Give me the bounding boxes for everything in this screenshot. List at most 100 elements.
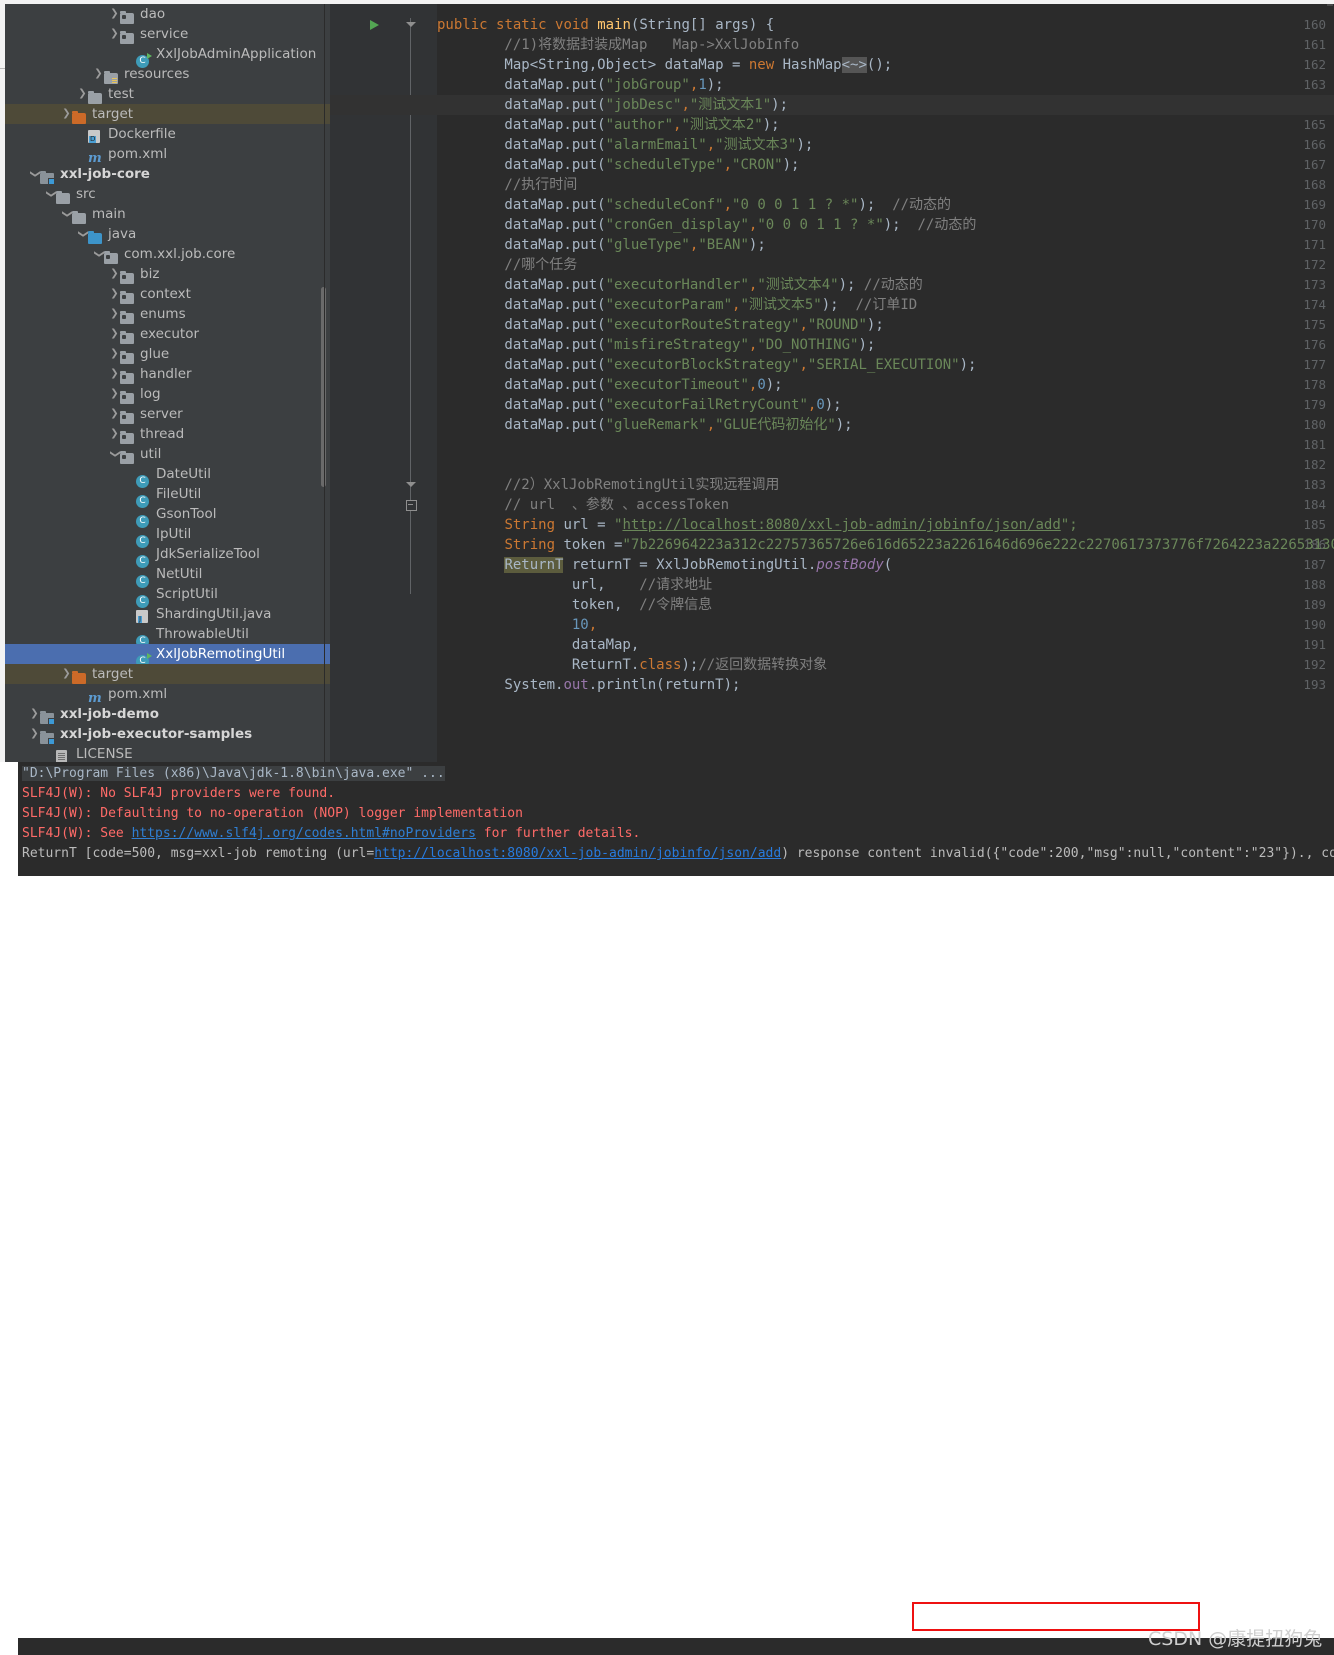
chevron-right-icon[interactable]: ❯	[109, 384, 120, 404]
tree-item-resources[interactable]: ❯ resources	[5, 64, 330, 84]
chevron-right-icon[interactable]: ❯	[109, 424, 120, 444]
code-token: url,	[437, 577, 640, 593]
code-token: "executorRouteStrategy"	[605, 317, 800, 333]
chevron-right-icon[interactable]: ❯	[109, 404, 120, 424]
editor-scrollbar[interactable]	[1327, 4, 1333, 6]
tree-item-label: DateUtil	[156, 466, 211, 482]
fold-toggle-icon[interactable]	[406, 500, 417, 511]
project-tool-window[interactable]: ❯ dao ❯ service C XxlJobAdminApplication ❯ reso…	[5, 4, 330, 762]
chevron-right-icon[interactable]: ❯	[93, 64, 104, 84]
tree-item-executor[interactable]: ❯ executor	[5, 324, 330, 344]
tree-item-test[interactable]: ❯ test	[5, 84, 330, 104]
code-token: void	[555, 17, 598, 33]
tree-item-scriptutil[interactable]: C ScriptUtil	[5, 584, 330, 608]
tree-item-glue[interactable]: ❯ glue	[5, 344, 330, 364]
code-token: dataMap.put(	[437, 277, 606, 293]
code-line-164: dataMap.put("jobDesc","测试文本1");	[437, 95, 788, 115]
code-line-191: dataMap,	[437, 635, 639, 655]
fold-toggle-icon[interactable]	[406, 22, 416, 27]
tree-item-main[interactable]: ❯ main	[5, 204, 330, 224]
tree-item-dockerfile[interactable]: Dockerfile	[5, 124, 330, 144]
tree-item-com-xxl-job-core[interactable]: ❯ com.xxl.job.core	[5, 244, 330, 264]
chevron-right-icon[interactable]: ❯	[109, 24, 120, 44]
code-line-189: token, //令牌信息	[437, 595, 712, 615]
chevron-right-icon[interactable]: ❯	[109, 324, 120, 344]
tree-item-dateutil[interactable]: C DateUtil	[5, 464, 330, 488]
tree-item-xxljobremotingutil[interactable]: C XxlJobRemotingUtil	[5, 644, 330, 668]
tree-item-src[interactable]: ❯ src	[5, 184, 330, 204]
code-line-176: dataMap.put("misfireStrategy","DO_NOTHIN…	[437, 335, 875, 355]
code-token: <~>	[841, 57, 867, 73]
chevron-right-icon[interactable]: ❯	[61, 104, 72, 124]
code-token: ,	[706, 137, 716, 153]
tree-item-label: NetUtil	[156, 566, 203, 582]
code-token: dataMap.put(	[437, 297, 606, 313]
run-gutter-icon[interactable]	[370, 20, 379, 30]
editor-gutter[interactable]	[330, 4, 415, 762]
tree-item-log[interactable]: ❯ log	[5, 384, 330, 404]
editor-fold-strip[interactable]	[415, 4, 437, 762]
chevron-right-icon[interactable]: ❯	[61, 664, 72, 684]
code-token: "DO_NOTHING"	[757, 337, 859, 353]
tree-item-pom-xml[interactable]: m pom.xml	[5, 144, 330, 166]
chevron-right-icon[interactable]: ❯	[109, 264, 120, 284]
tree-item-xxl-job-executor-samples[interactable]: ❯ xxl-job-executor-samples	[5, 724, 330, 745]
tree-item-pom-xml[interactable]: m pom.xml	[5, 684, 330, 706]
code-token: );	[796, 137, 814, 153]
console-link[interactable]: http://localhost:8080/xxl-job-admin/jobi…	[374, 846, 781, 861]
tree-item-xxl-job-core[interactable]: ❯ xxl-job-core	[5, 164, 330, 185]
tree-item-jdkserializetool[interactable]: C JdkSerializeTool	[5, 544, 330, 568]
tree-item-handler[interactable]: ❯ handler	[5, 364, 330, 384]
java-class-icon: C	[136, 588, 151, 608]
code-token: out	[563, 677, 589, 693]
tree-item-iputil[interactable]: C IpUtil	[5, 524, 330, 548]
tree-item-netutil[interactable]: C NetUtil	[5, 564, 330, 588]
ide-main-area: ❯ dao ❯ service C XxlJobAdminApplication ❯ reso…	[0, 0, 1334, 762]
tree-item-xxl-job-demo[interactable]: ❯ xxl-job-demo	[5, 704, 330, 725]
tree-item-java[interactable]: ❯ java	[5, 224, 330, 244]
chevron-right-icon[interactable]: ❯	[29, 724, 40, 744]
chevron-right-icon[interactable]: ❯	[109, 284, 120, 304]
tree-item-label: executor	[140, 326, 200, 342]
tree-item-target[interactable]: ❯ target	[5, 664, 330, 684]
tree-item-fileutil[interactable]: C FileUtil	[5, 484, 330, 508]
tree-item-gsontool[interactable]: C GsonTool	[5, 504, 330, 528]
tree-item-label: target	[92, 106, 134, 122]
code-token: //动态的	[863, 277, 923, 293]
tree-item-license[interactable]: LICENSE	[5, 744, 330, 762]
tree-item-shardingutil-java[interactable]: ShardingUtil.java	[5, 604, 330, 624]
chevron-right-icon[interactable]: ❯	[77, 84, 88, 104]
tree-item-dao[interactable]: ❯ dao	[5, 4, 330, 24]
tree-item-enums[interactable]: ❯ enums	[5, 304, 330, 324]
chevron-right-icon[interactable]: ❯	[109, 344, 120, 364]
console-line-4: ReturnT [code=500, msg=xxl-job remoting …	[22, 844, 1334, 864]
project-tree[interactable]: ❯ dao ❯ service C XxlJobAdminApplication ❯ reso…	[5, 4, 330, 762]
package-folder-icon	[120, 328, 135, 344]
tree-item-biz[interactable]: ❯ biz	[5, 264, 330, 284]
fold-toggle-icon[interactable]	[406, 482, 416, 487]
package-folder-icon	[120, 8, 135, 24]
console-link[interactable]: https://www.slf4j.org/codes.html#noProvi…	[132, 826, 476, 841]
tree-item-xxljobadminapplication[interactable]: C XxlJobAdminApplication	[5, 44, 330, 68]
code-text[interactable]: public static void main(String[] args) {…	[330, 4, 1334, 762]
code-token: dataMap.put(	[437, 97, 606, 113]
tree-item-server[interactable]: ❯ server	[5, 404, 330, 424]
tree-item-service[interactable]: ❯ service	[5, 24, 330, 44]
tree-item-util[interactable]: ❯ util	[5, 444, 330, 464]
code-line-168: //执行时间	[437, 175, 577, 195]
tree-item-context[interactable]: ❯ context	[5, 284, 330, 304]
console-text: SLF4J(W): Defaulting to no-operation (NO…	[22, 806, 523, 821]
chevron-right-icon[interactable]: ❯	[109, 304, 120, 324]
tree-item-target[interactable]: ❯ target	[5, 104, 330, 124]
tree-item-throwableutil[interactable]: C ThrowableUtil	[5, 624, 330, 648]
chevron-right-icon[interactable]: ❯	[29, 704, 40, 724]
chevron-right-icon[interactable]: ❯	[109, 364, 120, 384]
code-token: "alarmEmail"	[605, 137, 707, 153]
tree-item-label: com.xxl.job.core	[124, 246, 236, 262]
console-output[interactable]: "D:\Program Files (x86)\Java\jdk-1.8\bin…	[18, 762, 1334, 876]
code-token: );	[858, 337, 876, 353]
tree-item-thread[interactable]: ❯ thread	[5, 424, 330, 444]
chevron-right-icon[interactable]: ❯	[109, 4, 120, 24]
code-editor[interactable]: 1601611621631641651661671681691701711721…	[330, 4, 1334, 762]
code-token: (	[883, 557, 893, 573]
